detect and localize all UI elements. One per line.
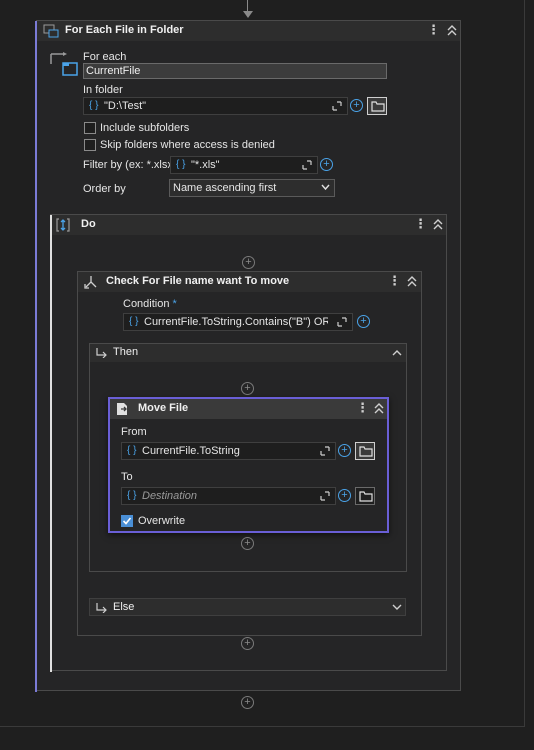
foreach-title: For Each File in Folder: [65, 24, 184, 36]
foreach-side-bar: [35, 21, 37, 692]
if-add-after-icon[interactable]: +: [241, 637, 254, 650]
canvas-edge-right: [524, 0, 525, 726]
from-browse-button[interactable]: [355, 442, 375, 460]
foreach-add-after-icon[interactable]: +: [241, 696, 254, 709]
overwrite-label: Overwrite: [138, 515, 186, 527]
required-marker: *: [172, 298, 177, 310]
filter-input[interactable]: { } "*.xls": [170, 156, 318, 174]
do-side-bar: [50, 215, 52, 672]
then-add-bottom-icon[interactable]: +: [241, 537, 254, 550]
overwrite-checkbox[interactable]: [121, 515, 133, 527]
move-file-menu-icon[interactable]: ⋮: [356, 401, 369, 417]
branch-arrow-icon: [96, 348, 107, 358]
include-subfolders-label: Include subfolders: [100, 122, 190, 134]
to-input[interactable]: { } Destination: [121, 487, 336, 505]
for-each-label: For each: [83, 51, 127, 63]
folder-icon: [359, 446, 373, 457]
condition-input[interactable]: { } CurrentFile.ToString.Contains("B") O…: [123, 313, 353, 331]
from-add-icon[interactable]: +: [338, 444, 351, 457]
expression-icon: { }: [129, 316, 139, 327]
expand-icon[interactable]: [332, 101, 342, 111]
sequence-icon: [56, 218, 70, 232]
if-header[interactable]: Check For File name want To move ⋮: [78, 272, 421, 292]
to-placeholder: Destination: [142, 490, 198, 502]
if-menu-icon[interactable]: ⋮: [388, 274, 401, 290]
filter-label: Filter by (ex: *.xlsx): [83, 159, 177, 171]
do-header[interactable]: Do ⋮: [51, 215, 446, 235]
if-activity[interactable]: Check For File name want To move ⋮ Condi…: [77, 271, 422, 636]
folder-icon: [371, 101, 385, 112]
folder-icon: [359, 491, 373, 502]
condition-label-text: Condition: [123, 298, 170, 310]
then-add-top-icon[interactable]: +: [241, 382, 254, 395]
move-file-title: Move File: [138, 402, 189, 414]
else-title: Else: [113, 601, 135, 613]
do-add-activity-icon[interactable]: +: [242, 256, 255, 269]
order-by-label: Order by: [83, 183, 126, 195]
expression-icon: { }: [89, 100, 99, 111]
from-input[interactable]: { } CurrentFile.ToString: [121, 442, 336, 460]
move-file-header[interactable]: Move File ⋮: [110, 399, 387, 419]
then-title: Then: [113, 346, 139, 358]
branch-icon: [84, 276, 97, 289]
expression-icon: { }: [127, 445, 137, 456]
in-folder-value: "D:\Test": [104, 100, 147, 112]
skip-folders-checkbox[interactable]: [84, 139, 96, 151]
else-expand-icon[interactable]: [392, 604, 402, 611]
then-branch[interactable]: Then + Move File ⋮ From {} CurrentFile.…: [89, 343, 407, 572]
order-by-value: Name ascending first: [173, 182, 277, 194]
foreach-collapse-icon[interactable]: [446, 24, 458, 38]
if-title: Check For File name want To move: [106, 275, 290, 287]
from-label: From: [121, 426, 147, 438]
condition-label: Condition *: [123, 298, 177, 310]
order-by-select[interactable]: Name ascending first: [169, 179, 335, 197]
do-menu-icon[interactable]: ⋮: [414, 217, 427, 233]
filter-add-icon[interactable]: +: [320, 158, 333, 171]
expand-icon[interactable]: [337, 317, 347, 327]
in-folder-input[interactable]: { } "D:\Test": [83, 97, 348, 115]
if-collapse-icon[interactable]: [406, 275, 418, 289]
checkmark-icon: [122, 517, 132, 525]
include-subfolders-checkbox[interactable]: [84, 122, 96, 134]
to-label: To: [121, 471, 133, 483]
expression-icon: { }: [176, 159, 186, 170]
move-file-activity[interactable]: Move File ⋮ From { } CurrentFile.ToStrin…: [108, 397, 389, 533]
filter-value: "*.xls": [191, 159, 220, 171]
browse-folder-button[interactable]: [367, 97, 387, 115]
then-collapse-icon[interactable]: [392, 349, 402, 356]
connector-arrow-icon: [243, 11, 253, 18]
do-title: Do: [81, 218, 96, 230]
in-folder-add-icon[interactable]: +: [350, 99, 363, 112]
move-file-icon: [117, 403, 127, 415]
do-collapse-icon[interactable]: [432, 218, 444, 232]
skip-folders-label: Skip folders where access is denied: [100, 139, 275, 151]
foreach-activity[interactable]: For Each File in Folder ⋮ For each Curre…: [35, 20, 461, 692]
expand-icon[interactable]: [302, 160, 312, 170]
foreach-icon: [43, 24, 59, 38]
canvas-edge-bottom: [0, 726, 525, 727]
foreach-header[interactable]: For Each File in Folder ⋮: [37, 21, 460, 41]
in-folder-label: In folder: [83, 84, 123, 96]
condition-value: CurrentFile.ToString.Contains("B") OR Cu…: [144, 316, 328, 328]
loop-item-icon: [50, 52, 78, 76]
current-item-field[interactable]: CurrentFile: [83, 63, 387, 79]
from-value: CurrentFile.ToString: [142, 445, 240, 457]
expand-icon[interactable]: [320, 491, 330, 501]
chevron-down-icon: [321, 184, 330, 191]
branch-arrow-icon: [96, 603, 107, 613]
expression-icon: { }: [127, 490, 137, 501]
to-browse-button[interactable]: [355, 487, 375, 505]
to-add-icon[interactable]: +: [338, 489, 351, 502]
expand-icon[interactable]: [320, 446, 330, 456]
condition-add-icon[interactable]: +: [357, 315, 370, 328]
then-header[interactable]: Then: [90, 344, 406, 362]
foreach-menu-icon[interactable]: ⋮: [427, 23, 440, 39]
move-file-collapse-icon[interactable]: [373, 402, 385, 416]
else-branch-bar[interactable]: Else: [89, 598, 406, 616]
